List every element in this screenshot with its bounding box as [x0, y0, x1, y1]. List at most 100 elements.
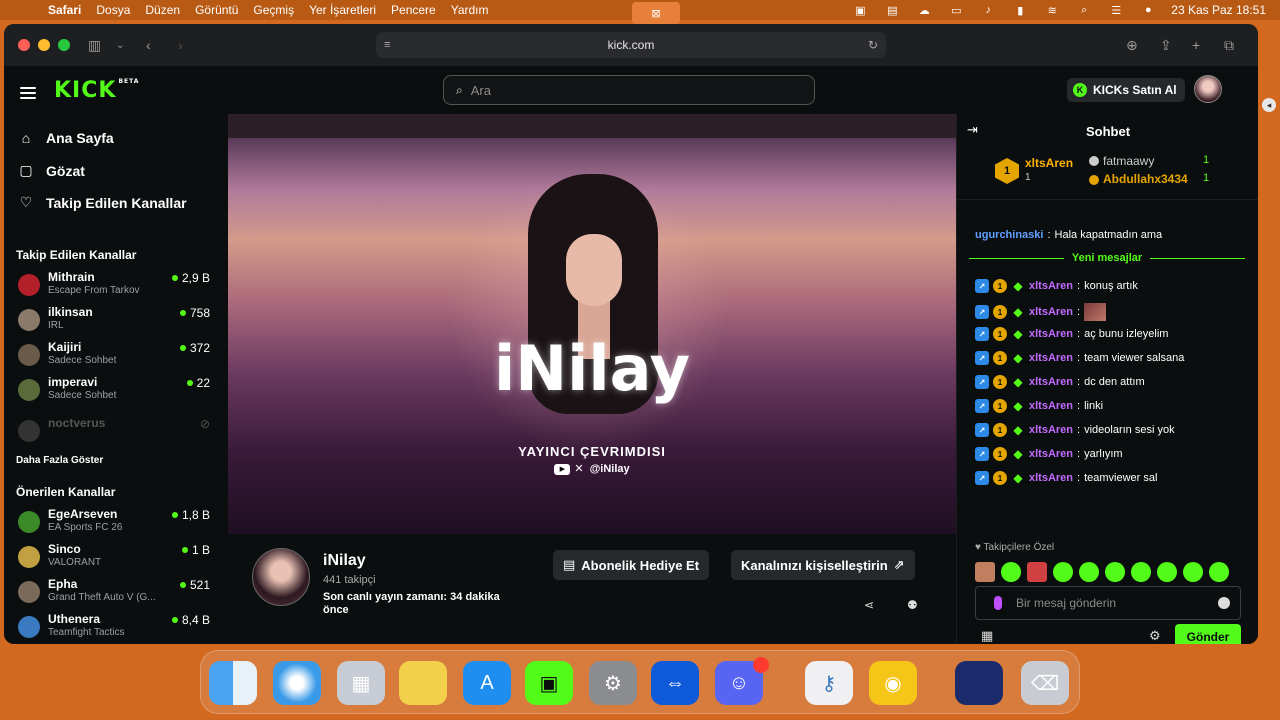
menu-pencere[interactable]: Pencere — [391, 3, 436, 17]
nav-following[interactable]: ♡ Takip Edilen Kanallar — [18, 194, 187, 211]
wifi-icon[interactable]: ≋ — [1043, 4, 1061, 17]
menu-goruntu[interactable]: Görüntü — [195, 3, 238, 17]
site-settings-icon[interactable]: ≡ — [384, 39, 390, 51]
spotlight-search-icon[interactable]: ⌕ — [1075, 4, 1093, 16]
fullscreen-window-button[interactable] — [58, 39, 70, 51]
share-icon[interactable]: ⇪ — [1160, 37, 1172, 54]
screen-recording-icon[interactable]: ▤ — [883, 4, 901, 17]
chat-username[interactable]: xltsAren — [1029, 400, 1073, 412]
url-text[interactable]: kick.com — [608, 38, 655, 52]
emote-button[interactable] — [1105, 562, 1125, 582]
search-input[interactable]: ⌕ Ara — [443, 75, 815, 105]
buy-kicks-button[interactable]: K KICKs Satın Al — [1067, 78, 1185, 102]
finder-icon[interactable] — [209, 661, 257, 705]
display-icon[interactable]: ▭ — [947, 4, 965, 17]
address-bar[interactable]: ≡ kick.com ↻ — [376, 32, 886, 58]
emote-button[interactable] — [1157, 562, 1177, 582]
chat-username[interactable]: xltsAren — [1029, 448, 1073, 460]
nav-browse[interactable]: ▢ Gözat — [18, 162, 85, 179]
back-icon[interactable]: ‹ — [146, 37, 151, 53]
notes-icon[interactable] — [399, 661, 447, 705]
close-window-button[interactable] — [18, 39, 30, 51]
show-more-link[interactable]: Daha Fazla Göster — [16, 455, 103, 466]
chevron-down-icon[interactable]: ⌄ — [116, 40, 124, 51]
emote-button[interactable] — [1209, 562, 1229, 582]
volume-icon[interactable]: ♪ — [979, 4, 997, 16]
sidebar-channel-ilkinsan[interactable]: ilkinsan IRL 758 — [16, 305, 214, 337]
channel-title[interactable]: iNilay — [323, 552, 366, 570]
sidebar-channel-noctverus[interactable]: noctverus ⊘ — [16, 416, 214, 448]
finder-window-icon[interactable] — [955, 661, 1003, 705]
sidebar-channel-sinco[interactable]: Sinco VALORANT 1 B — [16, 542, 214, 574]
sidebar-channel-kaijiri[interactable]: Kaijiri Sadece Sohbet 372 — [16, 340, 214, 372]
user-avatar[interactable] — [1194, 75, 1222, 103]
chat-username[interactable]: ugurchinaski — [975, 229, 1043, 241]
channel-avatar[interactable] — [252, 548, 310, 606]
emote-button[interactable] — [1079, 562, 1099, 582]
menu-yardim[interactable]: Yardım — [451, 3, 489, 17]
app-store-icon[interactable]: A — [463, 661, 511, 705]
reload-icon[interactable]: ↻ — [868, 38, 878, 52]
teamviewer-icon[interactable]: ⇔ — [651, 661, 699, 705]
customize-channel-button[interactable]: Kanalınızı kişiselleştirin ⇗ — [731, 550, 915, 580]
tips-icon[interactable]: ◉ — [869, 661, 917, 705]
sidebar-channel-uthenera[interactable]: Uthenera Teamfight Tactics 8,4 B — [16, 612, 214, 644]
chat-username[interactable]: xltsAren — [1029, 472, 1073, 484]
launchpad-icon[interactable]: ▦ — [337, 661, 385, 705]
battery-icon[interactable]: ▮ — [1011, 4, 1029, 17]
menu-safari[interactable]: Safari — [48, 3, 81, 17]
chat-username[interactable]: xltsAren — [1029, 280, 1073, 292]
trash-icon[interactable]: ⌫ — [1021, 661, 1069, 705]
menu-dosya[interactable]: Dosya — [96, 3, 130, 17]
side-handle-icon[interactable]: ◂ — [1262, 98, 1276, 112]
kick-logo[interactable]: KICK BETA — [54, 78, 139, 103]
chat-username[interactable]: xltsAren — [1029, 376, 1073, 388]
emoji-icon[interactable] — [1218, 597, 1230, 609]
top-gifter-name[interactable]: xltsAren — [1025, 156, 1073, 170]
chat-username[interactable]: xltsAren — [1029, 352, 1073, 364]
microphone-icon[interactable] — [994, 596, 1002, 610]
system-settings-icon[interactable]: ⚙ — [589, 661, 637, 705]
safari-icon[interactable] — [273, 661, 321, 705]
control-center-icon[interactable]: ☰ — [1107, 4, 1125, 17]
emote-button[interactable] — [1053, 562, 1073, 582]
sidebar-channel-epha[interactable]: Epha Grand Theft Auto V (G... 521 — [16, 577, 214, 609]
gift-subscription-button[interactable]: ▤ Abonelik Hediye Et — [553, 550, 710, 580]
keychain-icon[interactable]: ⚷ — [805, 661, 853, 705]
menubar-clock[interactable]: 23 Kas Paz 18:51 — [1171, 3, 1266, 17]
sidebar-toggle-icon[interactable]: ▥ — [88, 37, 101, 54]
menu-gecmis[interactable]: Geçmiş — [253, 3, 294, 17]
emote-button[interactable] — [1027, 562, 1047, 582]
chat-username[interactable]: xltsAren — [1029, 306, 1073, 318]
screen-share-indicator-icon[interactable]: ⊠ — [632, 2, 680, 24]
sidebar-channel-imperavi[interactable]: imperavi Sadece Sohbet 22 — [16, 375, 214, 407]
add-user-icon[interactable]: ⚉ — [907, 598, 918, 612]
send-button[interactable]: Gönder — [1175, 624, 1241, 644]
cloud-icon[interactable]: ☁ — [915, 4, 933, 17]
video-player[interactable]: iNilay YAYINCI ÇEVRIMDISI ▶ ✕ @iNilay — [228, 114, 956, 534]
menu-duzen[interactable]: Düzen — [145, 3, 180, 17]
status-app-icon[interactable]: ▣ — [851, 4, 869, 17]
sidebar-channel-egearseven[interactable]: EgeArseven EA Sports FC 26 1,8 B — [16, 507, 214, 539]
nav-home[interactable]: ⌂ Ana Sayfa — [18, 130, 114, 146]
menu-yer-isaretleri[interactable]: Yer İşaretleri — [309, 3, 376, 17]
chat-username[interactable]: xltsAren — [1029, 424, 1073, 436]
gift-chest-icon[interactable]: ▦ — [981, 628, 993, 644]
third-gifter-name[interactable]: Abdullahx3434 — [1103, 172, 1188, 186]
gear-icon[interactable]: ⚙ — [1149, 628, 1161, 644]
kick-app-icon[interactable]: ▣ — [525, 661, 573, 705]
siri-icon[interactable]: ● — [1139, 4, 1157, 16]
emote-button[interactable] — [1001, 562, 1021, 582]
sidebar-channel-mithrain[interactable]: Mithrain Escape From Tarkov 2,9 B — [16, 270, 214, 302]
tab-overview-icon[interactable]: ⧉ — [1224, 37, 1234, 54]
emote-button[interactable] — [975, 562, 995, 582]
downloads-icon[interactable]: ⊕ — [1126, 37, 1138, 54]
chat-username[interactable]: xltsAren — [1029, 328, 1073, 340]
emote-button[interactable] — [1183, 562, 1203, 582]
menu-icon[interactable] — [20, 84, 36, 102]
new-tab-icon[interactable]: + — [1192, 37, 1200, 53]
chat-message-input[interactable]: Bir mesaj gönderin — [975, 586, 1241, 620]
second-gifter-name[interactable]: fatmaawy — [1103, 154, 1154, 168]
minimize-window-button[interactable] — [38, 39, 50, 51]
emote-button[interactable] — [1131, 562, 1151, 582]
